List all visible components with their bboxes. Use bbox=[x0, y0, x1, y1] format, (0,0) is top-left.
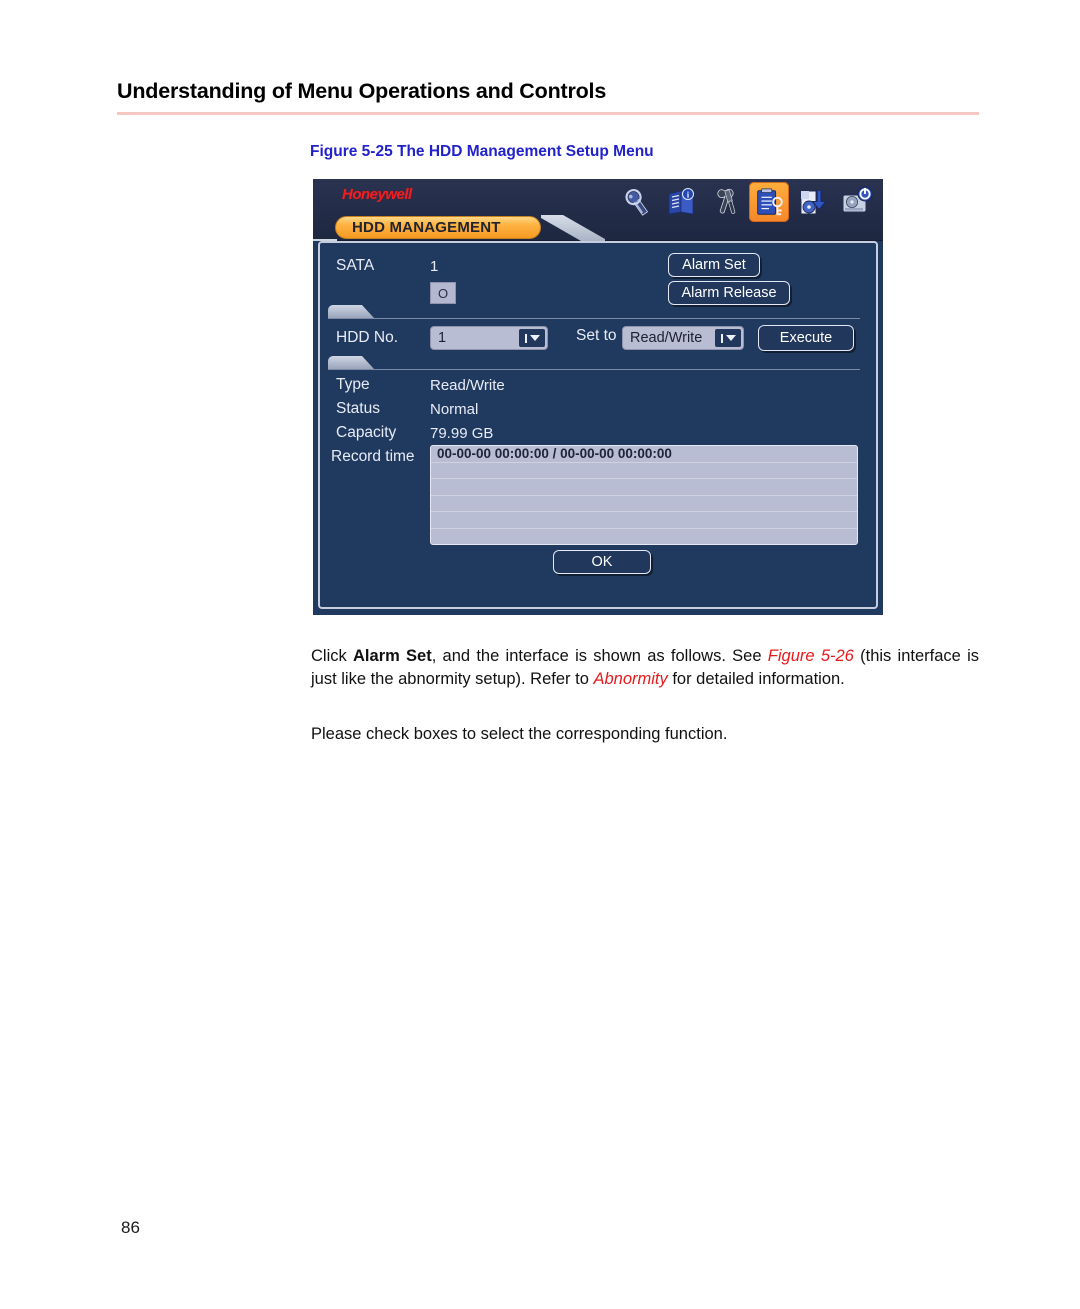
select-divider-bar bbox=[720, 333, 723, 343]
select-divider-bar bbox=[524, 333, 527, 343]
section-separator-1 bbox=[328, 305, 860, 323]
chevron-down-icon[interactable] bbox=[519, 329, 545, 347]
separator-nub bbox=[328, 305, 374, 318]
section-separator-2 bbox=[328, 356, 860, 374]
document-page: Understanding of Menu Operations and Con… bbox=[0, 0, 1080, 1309]
set-to-select[interactable]: Read/Write bbox=[622, 326, 744, 350]
capacity-label: Capacity bbox=[336, 424, 397, 441]
ok-button[interactable]: OK bbox=[553, 550, 651, 574]
para1-figure-reference: Figure 5-26 bbox=[767, 646, 854, 665]
dvr-content-panel: SATA 1 O Alarm Set Alarm Release HDD No.… bbox=[318, 241, 878, 609]
hdd-no-label: HDD No. bbox=[336, 329, 399, 346]
separator-line bbox=[328, 318, 860, 319]
alarm-set-button[interactable]: Alarm Set bbox=[668, 253, 760, 277]
hdd-no-select-value: 1 bbox=[438, 330, 447, 346]
para1-abnormity-reference: Abnormity bbox=[593, 669, 668, 688]
list-item[interactable] bbox=[431, 512, 857, 529]
page-title: Understanding of Menu Operations and Con… bbox=[117, 79, 607, 103]
status-value: Normal bbox=[430, 401, 479, 418]
list-item[interactable] bbox=[431, 479, 857, 496]
para1-text-4: for detailed information. bbox=[667, 669, 845, 688]
type-label: Type bbox=[336, 376, 370, 393]
sata-value: 1 bbox=[430, 258, 439, 275]
tab-hdd-management[interactable]: HDD MANAGEMENT bbox=[335, 216, 541, 239]
dvr-hdd-management-screenshot: Honeywell i HDD MANAGEMENT SATA 1 O Alar… bbox=[313, 179, 883, 615]
set-to-select-value: Read/Write bbox=[630, 330, 703, 346]
sata-status-indicator[interactable]: O bbox=[430, 282, 456, 304]
list-item[interactable] bbox=[431, 496, 857, 513]
para1-bold-alarm-set: Alarm Set bbox=[353, 646, 432, 665]
para1-text-1: Click bbox=[311, 646, 354, 665]
sata-label: SATA bbox=[336, 257, 375, 274]
status-label: Status bbox=[336, 400, 380, 417]
dvr-tab-row: HDD MANAGEMENT bbox=[313, 215, 883, 241]
tab-slant-decoration bbox=[541, 215, 605, 241]
type-value: Read/Write bbox=[430, 377, 505, 394]
alarm-release-button[interactable]: Alarm Release bbox=[668, 281, 790, 305]
paragraph-alarm-set: Click Alarm Set, and the interface is sh… bbox=[311, 645, 979, 691]
record-time-listbox[interactable]: 00-00-00 00:00:00 / 00-00-00 00:00:00 bbox=[430, 445, 858, 545]
page-number: 86 bbox=[121, 1218, 140, 1237]
record-time-label: Record time bbox=[331, 448, 415, 465]
set-to-label: Set to bbox=[576, 327, 617, 344]
separator-nub bbox=[328, 356, 374, 369]
title-divider bbox=[117, 112, 979, 115]
figure-caption: Figure 5-25 The HDD Management Setup Men… bbox=[310, 143, 654, 160]
hdd-no-select[interactable]: 1 bbox=[430, 326, 548, 350]
para1-text-2: , and the interface is shown as follows.… bbox=[431, 646, 768, 665]
execute-button[interactable]: Execute bbox=[758, 325, 854, 351]
capacity-value: 79.99 GB bbox=[430, 425, 494, 442]
list-item[interactable] bbox=[431, 529, 857, 544]
list-item[interactable]: 00-00-00 00:00:00 / 00-00-00 00:00:00 bbox=[431, 446, 857, 463]
select-triangle bbox=[529, 335, 540, 341]
chevron-down-icon[interactable] bbox=[715, 329, 741, 347]
select-triangle bbox=[725, 335, 736, 341]
separator-line bbox=[328, 369, 860, 370]
honeywell-logo: Honeywell bbox=[342, 186, 412, 203]
list-item[interactable] bbox=[431, 463, 857, 480]
paragraph-check-boxes: Please check boxes to select the corresp… bbox=[311, 724, 728, 743]
